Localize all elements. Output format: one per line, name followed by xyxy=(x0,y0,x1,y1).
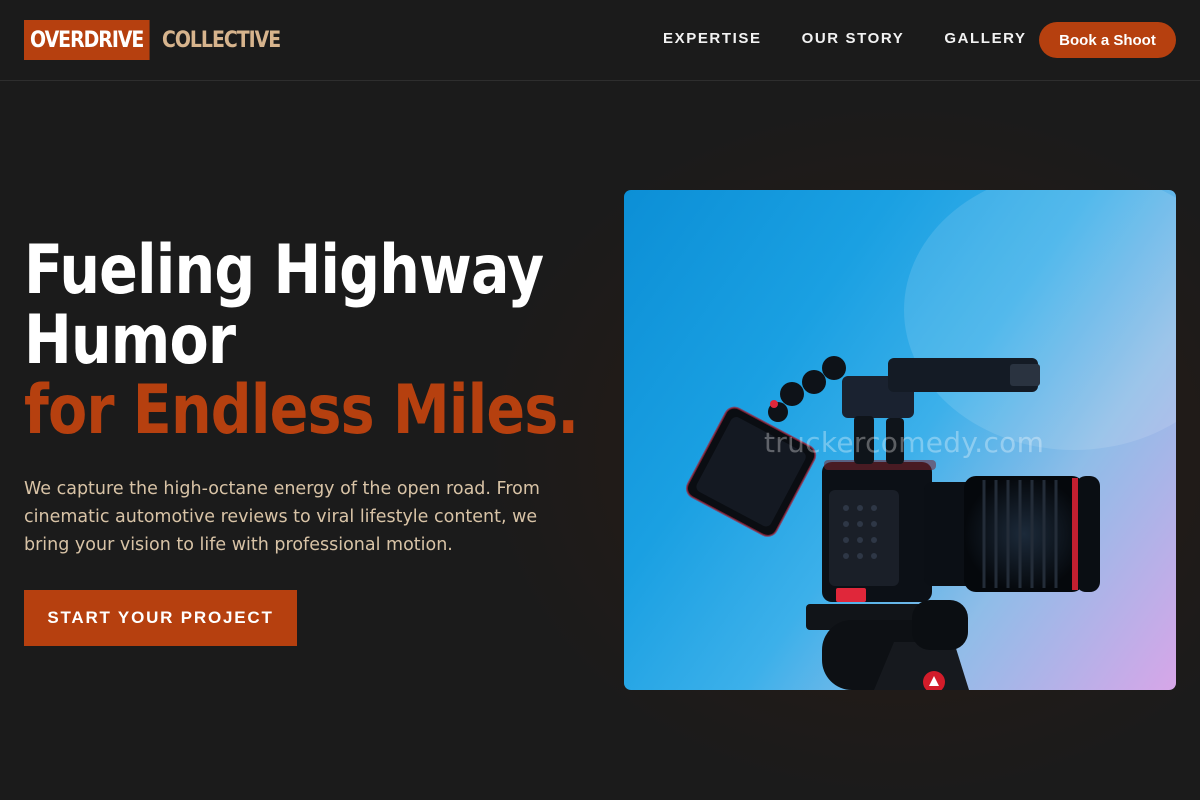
logo-primary: OVERDRIVE xyxy=(24,20,150,60)
hero-lead-line-3: bring your vision to life with professio… xyxy=(24,535,453,555)
main-nav: EXPERTISE OUR STORY GALLERY xyxy=(663,30,1067,48)
start-your-project-button[interactable]: START YOUR PROJECT xyxy=(24,590,297,646)
headline-line-3: for Endless Miles. xyxy=(24,371,579,450)
tripod-head xyxy=(806,600,969,690)
camera-lens xyxy=(924,476,1100,592)
site-header: OVERDRIVE COLLECTIVE EXPERTISE OUR STORY… xyxy=(0,0,1200,81)
hero-lead-line-2: cinematic automotive reviews to viral li… xyxy=(24,507,538,527)
hero-lead: We capture the high-octane energy of the… xyxy=(24,475,564,559)
camera-body xyxy=(822,460,936,602)
articulating-arm xyxy=(768,356,846,422)
headline-line-1: Fueling Highway xyxy=(24,231,544,310)
page: OVERDRIVE COLLECTIVE EXPERTISE OUR STORY… xyxy=(0,0,1200,800)
hero-lead-line-1: We capture the high-octane energy of the… xyxy=(24,479,540,499)
hero-headline: Fueling Highway Humor for Endless Miles. xyxy=(24,236,604,446)
book-a-shoot-button[interactable]: Book a Shoot xyxy=(1039,22,1176,58)
logo[interactable]: OVERDRIVE COLLECTIVE xyxy=(24,20,299,60)
headline-line-2: Humor xyxy=(24,301,236,380)
field-monitor xyxy=(685,406,817,537)
nav-item-gallery[interactable]: GALLERY xyxy=(944,30,1026,48)
nav-item-our-story[interactable]: OUR STORY xyxy=(802,30,905,48)
watermark: truckercomedy.com xyxy=(764,426,1045,459)
logo-secondary: COLLECTIVE xyxy=(161,27,281,53)
nav-item-expertise[interactable]: EXPERTISE xyxy=(663,30,762,48)
